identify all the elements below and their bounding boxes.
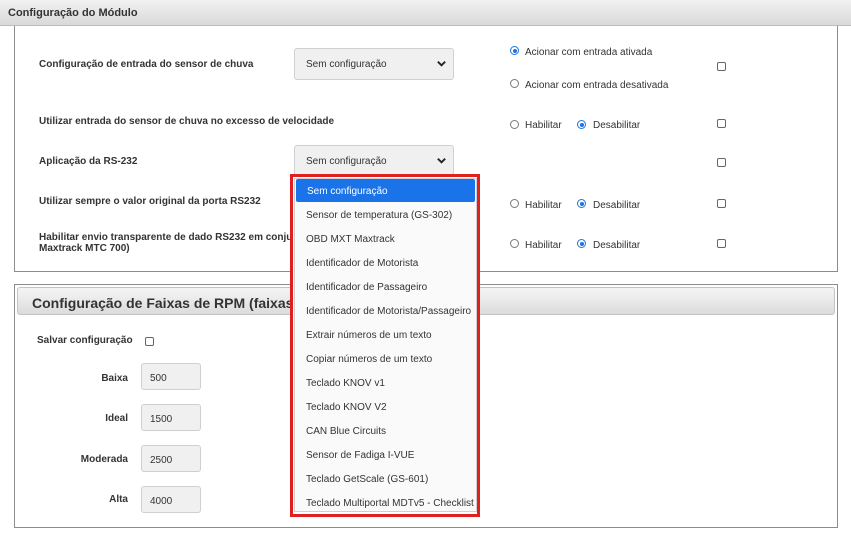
rain-sensor-select-value: Sem configuração: [306, 59, 387, 70]
rs232-transparent-enable-label: Habilitar: [525, 240, 562, 251]
rain-active-radio-label: Acionar com entrada ativada: [525, 47, 653, 58]
rain-sensor-select[interactable]: Sem configuração: [294, 48, 454, 80]
rs232-transparent-disable-label: Desabilitar: [593, 240, 641, 251]
option-knov-v2[interactable]: Teclado KNOV V2: [295, 395, 476, 418]
option-knov-v1[interactable]: Teclado KNOV v1: [295, 371, 476, 394]
rpm-low-label: Baixa: [101, 373, 128, 384]
rpm-low-input[interactable]: 500: [141, 363, 201, 390]
rs232-application-select[interactable]: Sem configuração: [294, 145, 454, 177]
rain-overspeed-save-checkbox[interactable]: [717, 119, 726, 128]
rain-overspeed-enable-label: Habilitar: [525, 120, 562, 131]
rpm-ideal-label: Ideal: [105, 413, 128, 424]
rs232-application-label: Aplicação da RS-232: [39, 156, 138, 167]
rain-sensor-save-checkbox[interactable]: [717, 62, 726, 71]
rs232-transparent-save-checkbox[interactable]: [717, 239, 726, 248]
rain-overspeed-enable-radio[interactable]: [510, 120, 519, 129]
rs232-original-save-checkbox[interactable]: [717, 199, 726, 208]
rain-active-radio[interactable]: [510, 46, 519, 55]
save-config-checkbox[interactable]: [145, 337, 154, 346]
rs232-select-value: Sem configuração: [306, 156, 387, 167]
rs232-transparent-disable-radio[interactable]: [577, 239, 586, 248]
rs232-original-disable-radio[interactable]: [577, 199, 586, 208]
option-fatigue-sensor[interactable]: Sensor de Fadiga I-VUE: [295, 443, 476, 466]
rs232-transparent-enable-radio[interactable]: [510, 239, 519, 248]
save-config-label: Salvar configuração: [37, 335, 133, 346]
rpm-moderate-label: Moderada: [80, 454, 128, 465]
rpm-ideal-input[interactable]: 1500: [141, 404, 201, 431]
rs232-transparent-label: Habilitar envio transparente de dado RS2…: [39, 232, 308, 254]
rpm-high-label: Alta: [109, 494, 128, 505]
rain-inactive-radio-label: Acionar com entrada desativada: [525, 80, 669, 91]
option-driver-id[interactable]: Identificador de Motorista: [295, 251, 476, 274]
rain-overspeed-disable-label: Desabilitar: [593, 120, 641, 131]
chevron-down-icon: [437, 61, 446, 67]
rs232-application-save-checkbox[interactable]: [717, 158, 726, 167]
rpm-ranges-title: Configuração de Faixas de RPM (faixas de: [32, 295, 294, 311]
rs232-options-list[interactable]: Sem configuração Sensor de temperatura (…: [294, 178, 477, 512]
option-obd-mxt[interactable]: OBD MXT Maxtrack: [295, 227, 476, 250]
module-config-title: Configuração do Módulo: [8, 7, 138, 19]
rs232-original-value-label: Utilizar sempre o valor original da port…: [39, 196, 261, 207]
rain-overspeed-disable-radio[interactable]: [577, 120, 586, 129]
rs232-original-enable-radio[interactable]: [510, 199, 519, 208]
option-extract-numbers[interactable]: Extrair números de um texto: [295, 323, 476, 346]
rain-sensor-input-label: Configuração de entrada do sensor de chu…: [39, 59, 254, 70]
option-driver-passenger-id[interactable]: Identificador de Motorista/Passageiro: [295, 299, 476, 322]
rain-inactive-radio[interactable]: [510, 79, 519, 88]
rs232-original-enable-label: Habilitar: [525, 200, 562, 211]
rpm-moderate-input[interactable]: 2500: [141, 445, 201, 472]
option-passenger-id[interactable]: Identificador de Passageiro: [295, 275, 476, 298]
option-temperature-sensor[interactable]: Sensor de temperatura (GS-302): [295, 203, 476, 226]
rs232-transparent-label-line1: Habilitar envio transparente de dado RS2…: [39, 232, 308, 243]
module-config-header: Configuração do Módulo: [0, 0, 851, 26]
chevron-down-icon: [437, 158, 446, 164]
rs232-transparent-label-line2: Maxtrack MTC 700): [39, 243, 130, 254]
rain-overspeed-label: Utilizar entrada do sensor de chuva no e…: [39, 116, 335, 127]
rpm-high-input[interactable]: 4000: [141, 486, 201, 513]
rs232-original-disable-label: Desabilitar: [593, 200, 641, 211]
option-can-blue-circuits[interactable]: CAN Blue Circuits: [295, 419, 476, 442]
option-no-config[interactable]: Sem configuração: [296, 179, 475, 202]
option-multiportal-keyboard[interactable]: Teclado Multiportal MDTv5 - Checklist: [295, 491, 476, 514]
option-copy-numbers[interactable]: Copiar números de um texto: [295, 347, 476, 370]
option-getscale-keyboard[interactable]: Teclado GetScale (GS-601): [295, 467, 476, 490]
